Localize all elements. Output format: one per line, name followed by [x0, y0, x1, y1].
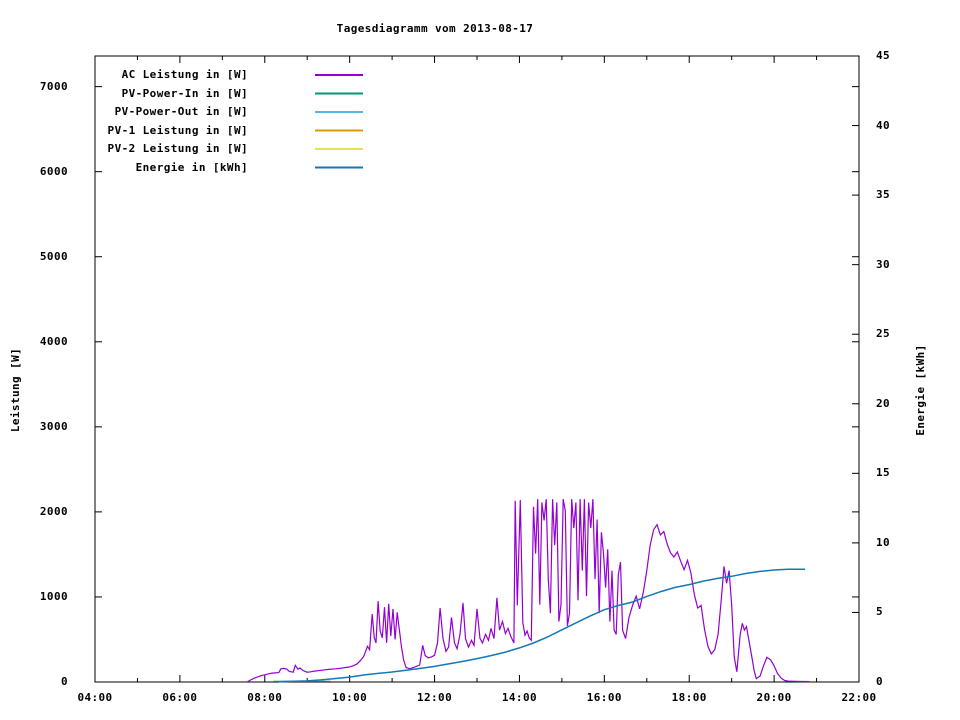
y-right-tick-label: 10 [876, 535, 891, 549]
x-tick-label: 18:00 [671, 691, 707, 704]
y-right-tick-label: 20 [876, 396, 891, 410]
y-left-axis-label: Leistung [W] [9, 347, 22, 433]
ac-leistung-line [246, 498, 810, 683]
y-left-tick-label: 2000 [39, 504, 68, 518]
y-right-tick-label: 25 [876, 327, 891, 341]
legend-label-pv1-leistung: PV-1 Leistung in [W] [107, 123, 248, 137]
x-tick-label: 12:00 [416, 691, 453, 704]
x-tick-label: 22:00 [841, 691, 877, 704]
data-series [246, 498, 810, 683]
x-tick-label: 04:00 [77, 691, 113, 704]
y-left-tick-label: 1000 [39, 589, 68, 603]
y-right-axis-label: Energie [kWh] [914, 344, 927, 436]
y-right-tick-label: 30 [876, 257, 891, 271]
y-left-tick-label: 0 [60, 675, 68, 688]
x-tick-label: 08:00 [247, 691, 283, 704]
y-left-tick-label: 6000 [39, 164, 68, 178]
y-left-tick-label: 4000 [39, 334, 68, 348]
x-tick-label: 06:00 [162, 691, 198, 704]
x-tick-label: 10:00 [332, 691, 368, 704]
chart-title: Tagesdiagramm vom 2013-08-17 [336, 22, 534, 35]
y-right-tick-label: 5 [876, 605, 884, 619]
x-tick-label: 16:00 [586, 691, 622, 704]
legend-label-pv-power-out: PV-Power-Out in [W] [114, 105, 248, 118]
x-tick-label: 20:00 [756, 691, 792, 704]
y-left-tick-label: 3000 [39, 419, 68, 433]
y-left-tick-label: 5000 [39, 249, 68, 263]
y-right-tick-label: 40 [876, 118, 891, 132]
x-tick-label: 14:00 [501, 691, 537, 704]
legend-line-samples [315, 74, 363, 169]
energie-line [278, 568, 806, 683]
y-right-tick-label: 15 [876, 466, 891, 480]
legend-label-pv2-leistung: PV-2 Leistung in [W] [107, 142, 248, 155]
tagesdiagramm-chart: Tagesdiagramm vom 2013-08-17 Leistung [W… [0, 0, 960, 720]
y-left-tick-label: 7000 [39, 79, 68, 93]
y-right-tick-label: 35 [876, 188, 891, 202]
y-right-tick-label: 45 [876, 49, 891, 62]
y-right-tick-label: 0 [876, 675, 884, 688]
